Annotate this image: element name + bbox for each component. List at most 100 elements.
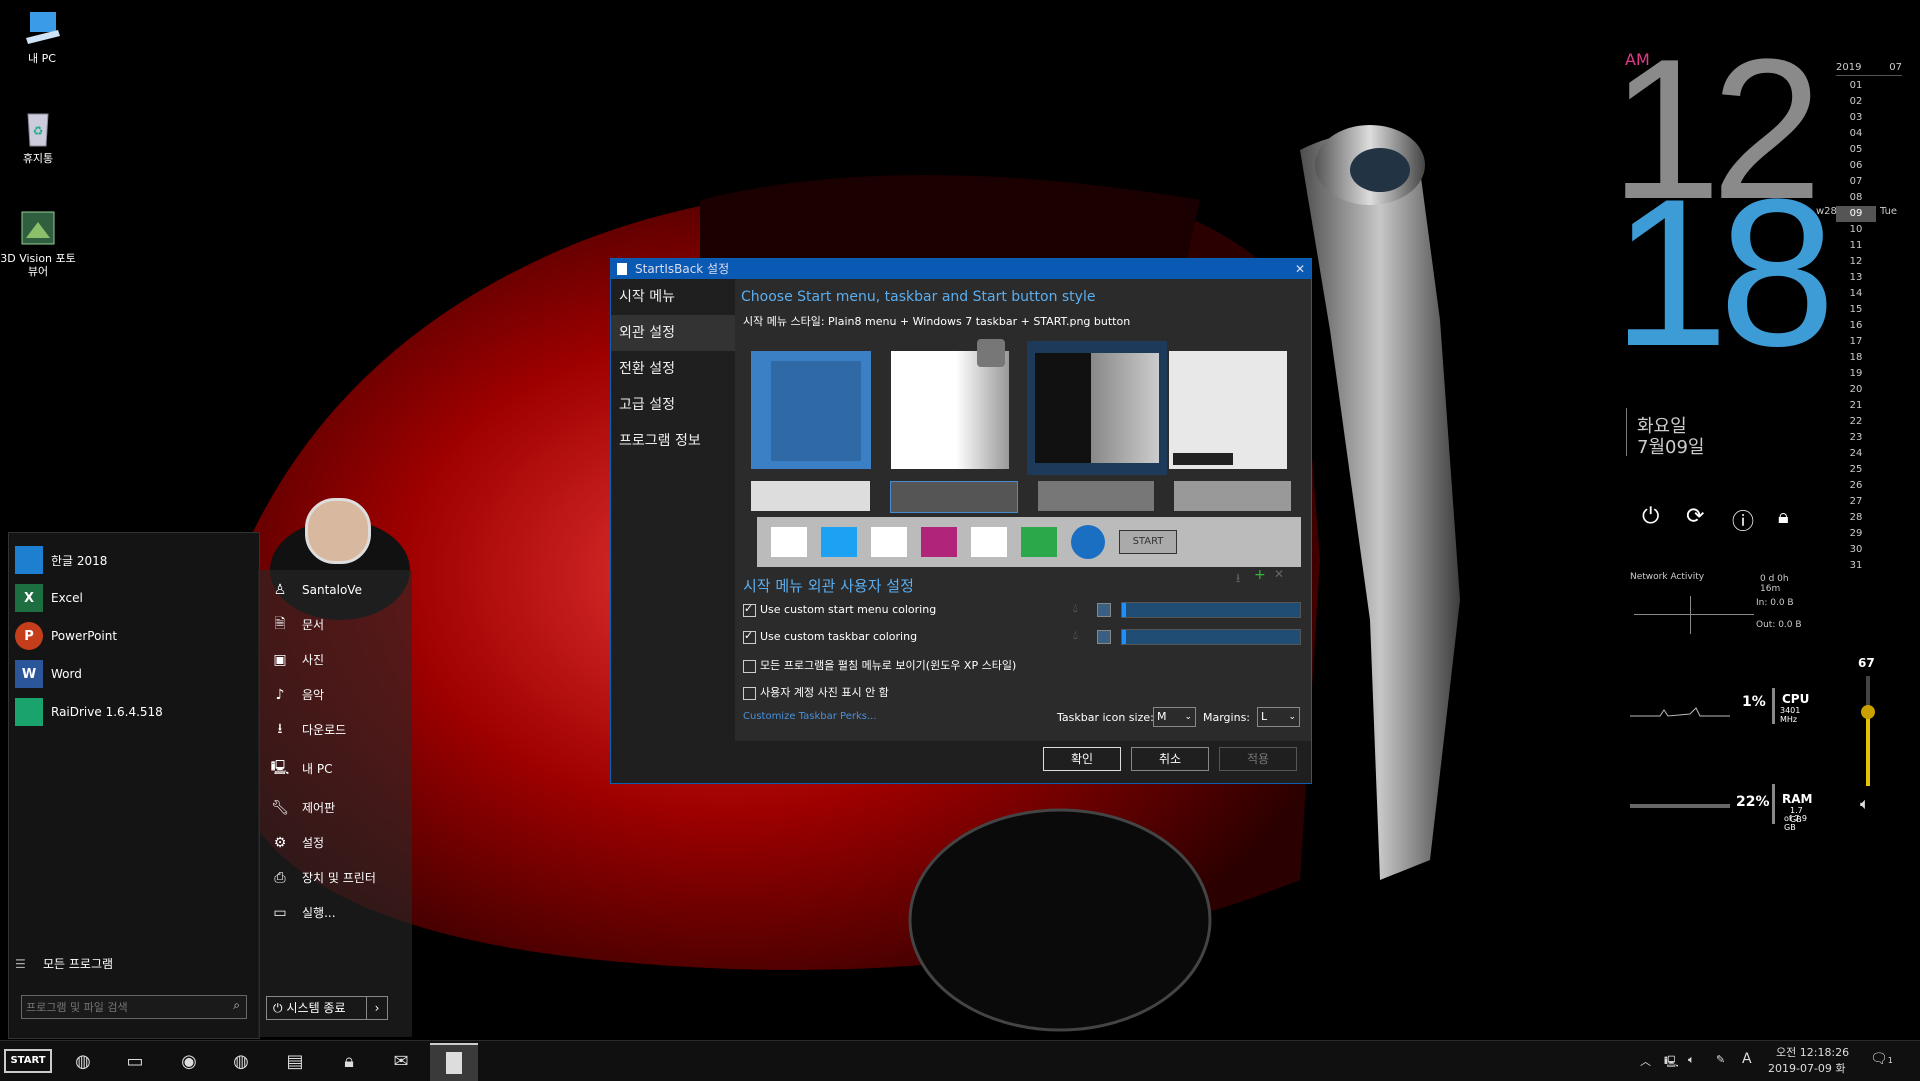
remove-icon[interactable]: ✕ [1274, 567, 1284, 581]
calendar-day[interactable]: 02 [1836, 94, 1876, 110]
nav-about[interactable]: 프로그램 정보 [611, 423, 735, 459]
taskbar-active-app[interactable] [430, 1043, 478, 1081]
lock-icon[interactable]: 🔒︎ [1778, 504, 1789, 528]
start-link-devices[interactable]: ⎙ 장치 및 프린터 [258, 860, 412, 895]
folder-icon[interactable]: ▤ [282, 1049, 308, 1075]
calendar-day[interactable]: 12 [1836, 254, 1876, 270]
ok-button[interactable]: 확인 [1043, 747, 1121, 771]
start-app-hangul[interactable]: 한글 2018 [9, 541, 259, 579]
all-programs[interactable]: ☰ 모든 프로그램 [15, 955, 113, 972]
calendar-day[interactable]: 19 [1836, 366, 1876, 382]
style-thumb-1[interactable] [751, 351, 871, 469]
search-input[interactable] [22, 996, 218, 1019]
speaker-icon[interactable]: 🔈︎ [1860, 794, 1870, 814]
style-thumb-4[interactable] [1169, 351, 1287, 469]
calendar-day[interactable]: 09 [1836, 206, 1876, 222]
tray-volume-icon[interactable]: 🔈︎ [1688, 1053, 1695, 1067]
add-icon[interactable]: + [1254, 567, 1266, 583]
start-link-downloads[interactable]: ⭳ 다운로드 [258, 712, 412, 747]
calendar-day[interactable]: 28 [1836, 510, 1876, 526]
start-link-documents[interactable]: 🗎 문서 [258, 607, 412, 642]
search-icon[interactable]: ⌕ [233, 998, 240, 1013]
start-app-word[interactable]: W Word [9, 655, 259, 693]
globe-icon[interactable]: ◍ [228, 1049, 254, 1075]
taskbar-style-3[interactable] [1037, 481, 1155, 511]
start-link-music[interactable]: ♪ 음악 [258, 677, 412, 712]
tray-network-icon[interactable]: 🖳 [1664, 1053, 1679, 1072]
network-globe-icon[interactable]: ◍ [70, 1049, 96, 1075]
calendar-day[interactable]: 07 [1836, 174, 1876, 190]
calendar-day[interactable]: 05 [1836, 142, 1876, 158]
nav-start-menu[interactable]: 시작 메뉴 [611, 279, 735, 315]
option-hide-user-picture[interactable]: 사용자 계정 사진 표시 안 함 [743, 684, 889, 700]
calendar-day[interactable]: 18 [1836, 350, 1876, 366]
taskbar-style-2[interactable] [889, 481, 1018, 513]
power-icon[interactable]: ⏻ [1642, 504, 1659, 529]
search-box[interactable]: ⌕ [21, 995, 247, 1019]
calendar-day[interactable]: 06 [1836, 158, 1876, 174]
calendar-day[interactable]: 14 [1836, 286, 1876, 302]
calendar-day[interactable]: 15 [1836, 302, 1876, 318]
windows-logo-icon[interactable] [771, 527, 807, 557]
close-icon[interactable]: ✕ [1295, 259, 1305, 279]
calendar-day[interactable]: 21 [1836, 398, 1876, 414]
start-link-settings[interactable]: ⚙ 설정 [258, 825, 412, 860]
taskbar-date[interactable]: 2019-07-09 화 [1768, 1060, 1846, 1076]
color-swatch[interactable] [1097, 603, 1111, 617]
lock-icon[interactable]: 🔒︎ [336, 1049, 362, 1075]
taskbar-time[interactable]: 오전 12:18:26 [1776, 1044, 1849, 1060]
calendar-day[interactable]: 31 [1836, 558, 1876, 574]
calendar-day[interactable]: 03 [1836, 110, 1876, 126]
option-xp-style[interactable]: 모든 프로그램을 펼침 메뉴로 보이기(윈도우 XP 스타일) [743, 657, 1016, 673]
desktop-icon-3d-vision[interactable]: 3D Vision 포토 뷰어 [0, 208, 78, 278]
color-swatch[interactable] [1097, 630, 1111, 644]
start-link-pictures[interactable]: ▣ 사진 [258, 642, 412, 677]
calendar-day[interactable]: 30 [1836, 542, 1876, 558]
calendar-day[interactable]: 26 [1836, 478, 1876, 494]
desktop-icon-recycle-bin[interactable]: ♻ 휴지통 [0, 108, 78, 165]
windows-logo-icon[interactable] [1021, 527, 1057, 557]
calendar-day[interactable]: 10 [1836, 222, 1876, 238]
option-custom-start-coloring[interactable]: Use custom start menu coloring [743, 602, 936, 617]
calendar-day[interactable]: 01 [1836, 78, 1876, 94]
mail-icon[interactable]: ✉ [388, 1049, 414, 1075]
calendar-day[interactable]: 08 [1836, 190, 1876, 206]
option-custom-taskbar-coloring[interactable]: Use custom taskbar coloring [743, 629, 917, 644]
calendar-day[interactable]: 13 [1836, 270, 1876, 286]
start-png-button[interactable]: START [1119, 530, 1177, 554]
opacity-slider[interactable] [1121, 629, 1301, 645]
volume-slider[interactable] [1861, 676, 1875, 786]
tray-arrow-icon[interactable]: ︿ [1640, 1053, 1651, 1069]
start-app-excel[interactable]: X Excel [9, 579, 259, 617]
calendar-day[interactable]: 17 [1836, 334, 1876, 350]
start-link-run[interactable]: ▭ 실행... [258, 895, 412, 930]
calendar-day[interactable]: 25 [1836, 462, 1876, 478]
windows7-orb-icon[interactable] [1071, 525, 1105, 559]
windows-logo-icon[interactable] [821, 527, 857, 557]
calendar-day[interactable]: 20 [1836, 382, 1876, 398]
apply-button[interactable]: 적용 [1219, 747, 1297, 771]
calendar-day[interactable]: 22 [1836, 414, 1876, 430]
user-avatar[interactable] [305, 498, 371, 564]
windows-logo-icon[interactable] [921, 527, 957, 557]
start-link-my-pc[interactable]: 🖳 내 PC [258, 751, 412, 786]
calendar-day[interactable]: 23 [1836, 430, 1876, 446]
calendar-day[interactable]: 04 [1836, 126, 1876, 142]
chevron-right-icon[interactable]: › [366, 997, 387, 1019]
browser-icon[interactable]: ◉ [176, 1049, 202, 1075]
checkbox[interactable] [743, 659, 756, 673]
calendar-day[interactable]: 11 [1836, 238, 1876, 254]
calendar-day[interactable]: 29 [1836, 526, 1876, 542]
restart-icon[interactable]: ⟳ [1686, 504, 1704, 529]
desktop-icon-my-pc[interactable]: 내 PC [2, 8, 82, 65]
start-button[interactable]: START [4, 1049, 52, 1073]
calendar-day[interactable]: 24 [1836, 446, 1876, 462]
window-icon[interactable]: ▭ [122, 1049, 148, 1075]
nav-appearance[interactable]: 외관 설정 [611, 315, 735, 351]
tray-pen-icon[interactable]: ✎ [1716, 1053, 1725, 1066]
checkbox[interactable] [743, 602, 756, 617]
calendar-day[interactable]: 16 [1836, 318, 1876, 334]
windows-logo-icon[interactable] [871, 527, 907, 557]
opacity-slider[interactable] [1121, 602, 1301, 618]
nav-advanced[interactable]: 고급 설정 [611, 387, 735, 423]
